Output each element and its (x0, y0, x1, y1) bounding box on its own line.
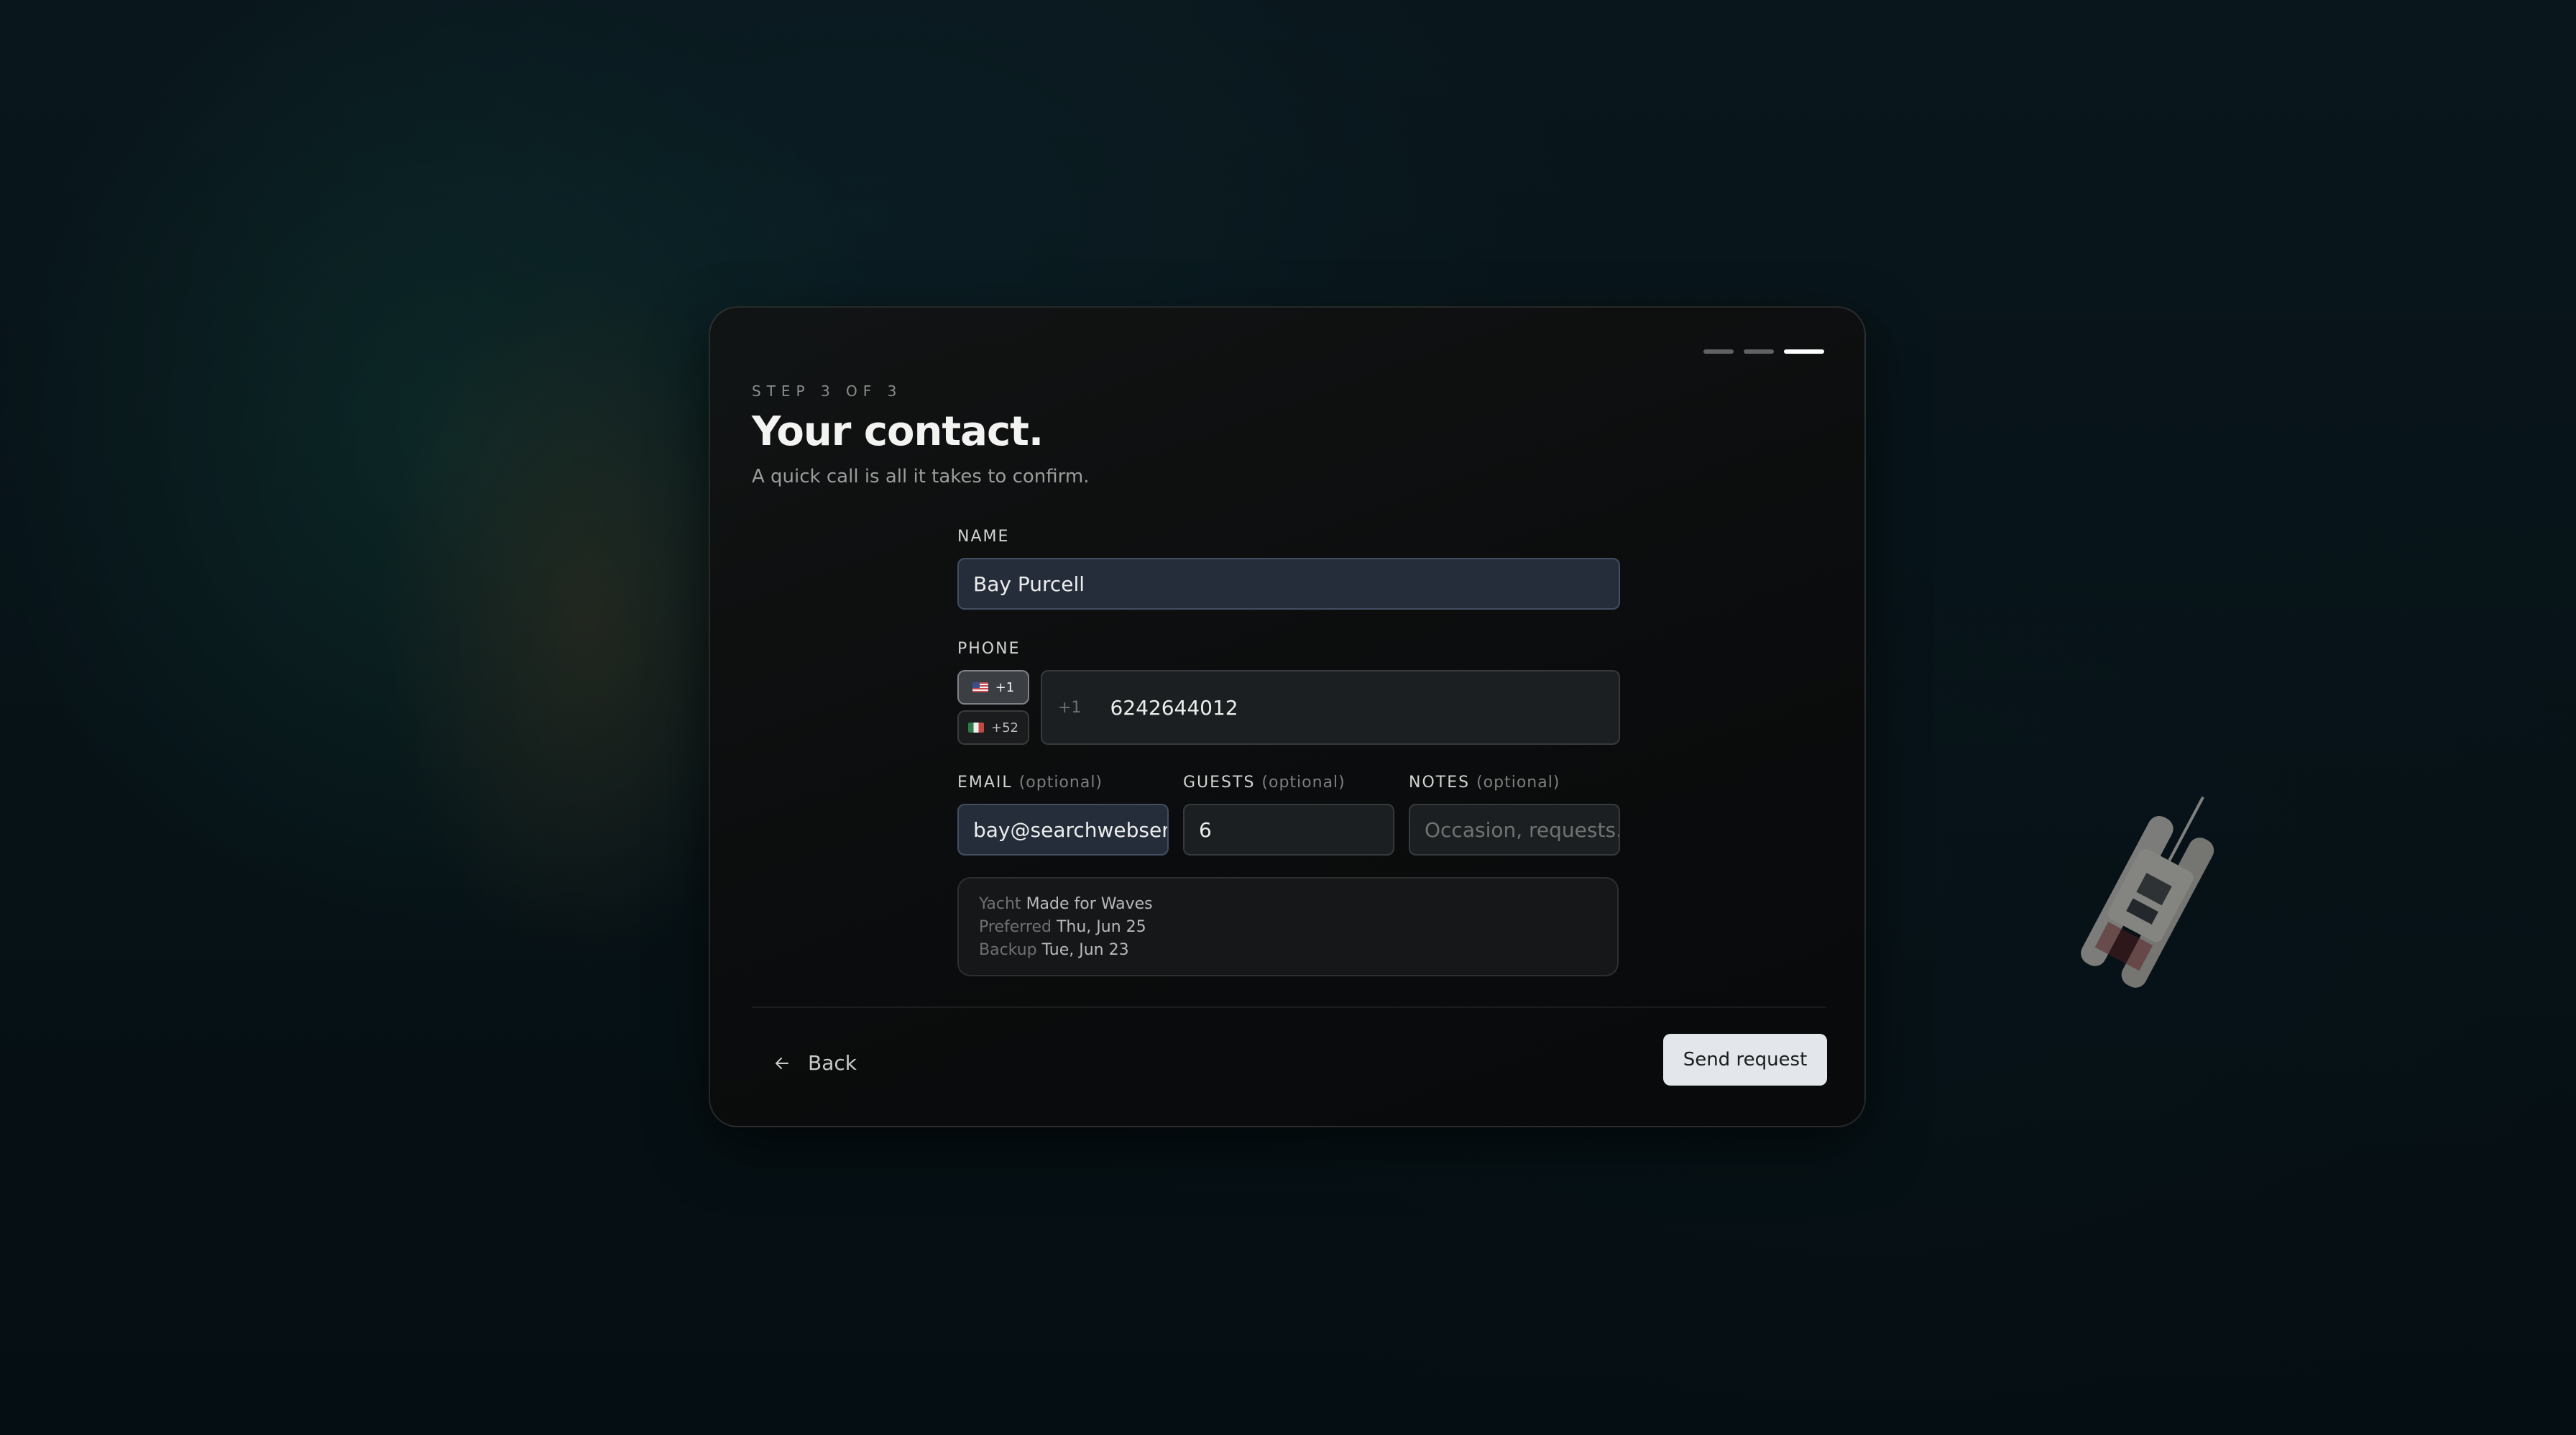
phone-input-value: 6242644012 (1110, 695, 1238, 720)
booking-summary: Yacht Made for Waves Preferred Thu, Jun … (957, 877, 1619, 976)
progress-step-3-active (1784, 349, 1824, 354)
progress-step-2 (1744, 349, 1774, 354)
step-progress-indicator (1703, 349, 1824, 354)
summary-preferred-row: Preferred Thu, Jun 25 (979, 916, 1597, 939)
page-subtitle: A quick call is all it takes to confirm. (752, 466, 1090, 487)
summary-yacht-label: Yacht (979, 895, 1021, 913)
mx-flag-icon (968, 723, 984, 733)
page-title: Your contact. (752, 408, 1044, 455)
summary-preferred-label: Preferred (979, 918, 1052, 936)
email-label-text: EMAIL (957, 774, 1013, 792)
phone-label-text: PHONE (957, 640, 1021, 658)
phone-label: PHONE (957, 640, 1020, 658)
notes-label: NOTES (optional) (1409, 774, 1560, 792)
country-code-mx-button[interactable]: +52 (957, 710, 1029, 745)
send-request-button[interactable]: Send request (1663, 1034, 1827, 1086)
country-code-us-label: +1 (995, 679, 1015, 695)
guests-input[interactable]: 6 (1183, 804, 1394, 856)
name-label-text: NAME (957, 528, 1010, 546)
us-flag-icon (972, 682, 988, 692)
summary-backup-value: Tue, Jun 23 (1041, 941, 1129, 959)
name-input[interactable]: Bay Purcell (957, 558, 1620, 610)
phone-input[interactable]: +1 6242644012 (1041, 670, 1620, 745)
footer-divider (752, 1007, 1826, 1008)
email-label: EMAIL (optional) (957, 774, 1103, 792)
back-button-label: Back (808, 1051, 857, 1075)
notes-input-placeholder: Occasion, requests... (1425, 817, 1620, 842)
email-optional-tag: (optional) (1018, 774, 1103, 792)
back-button[interactable]: Back (773, 1051, 857, 1075)
progress-step-1 (1703, 349, 1734, 354)
country-code-us-button[interactable]: +1 (957, 670, 1029, 705)
country-code-mx-label: +52 (991, 720, 1018, 735)
name-input-value: Bay Purcell (973, 572, 1085, 596)
guests-input-value: 6 (1199, 817, 1212, 842)
notes-label-text: NOTES (1409, 774, 1471, 792)
summary-yacht-value: Made for Waves (1026, 895, 1153, 913)
step-counter: STEP 3 OF 3 (752, 382, 903, 400)
arrow-left-icon (776, 1057, 788, 1069)
guests-optional-tag: (optional) (1261, 774, 1346, 792)
email-input[interactable]: bay@searchwebser (957, 804, 1169, 856)
summary-backup-label: Backup (979, 941, 1037, 959)
email-input-value: bay@searchwebser (973, 817, 1169, 842)
guests-label: GUESTS (optional) (1183, 774, 1346, 792)
phone-prefix: +1 (1058, 698, 1082, 717)
summary-backup-row: Backup Tue, Jun 23 (979, 939, 1597, 962)
notes-input[interactable]: Occasion, requests... (1409, 804, 1620, 856)
guests-label-text: GUESTS (1183, 774, 1256, 792)
summary-preferred-value: Thu, Jun 25 (1056, 918, 1146, 936)
booking-form-card: STEP 3 OF 3 Your contact. A quick call i… (709, 306, 1866, 1127)
name-label: NAME (957, 528, 1009, 546)
notes-optional-tag: (optional) (1476, 774, 1560, 792)
summary-yacht-row: Yacht Made for Waves (979, 893, 1597, 916)
